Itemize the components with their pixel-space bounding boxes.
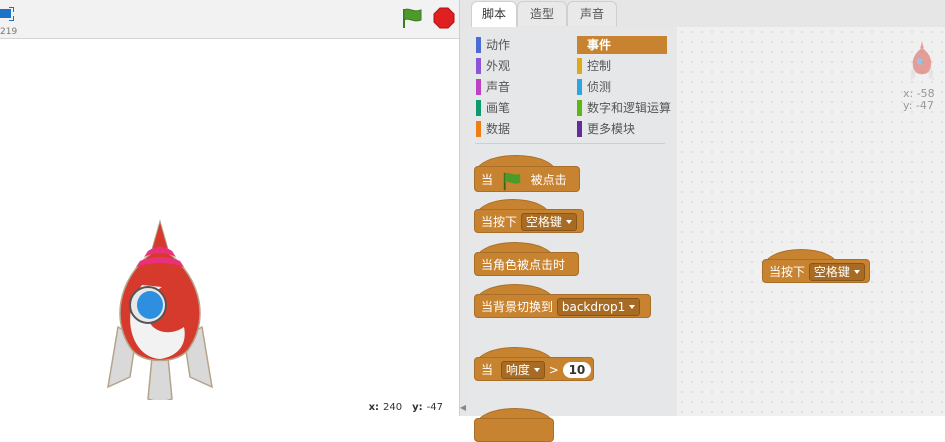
tab-costumes[interactable]: 造型 — [517, 1, 567, 26]
category-color-swatch — [577, 100, 582, 116]
mouse-y-label: y: — [412, 402, 423, 413]
category-control[interactable]: 控制 — [577, 57, 682, 75]
tab-scripts[interactable]: 脚本 — [471, 1, 517, 28]
category-label: 数据 — [486, 122, 511, 136]
green-flag-icon[interactable] — [400, 7, 424, 29]
category-color-swatch — [476, 121, 481, 137]
category-label: 数字和逻辑运算 — [587, 101, 672, 115]
key-dropdown[interactable]: 空格键 — [808, 262, 865, 281]
sensor-dropdown[interactable]: 响度 — [500, 360, 545, 379]
mouse-x-label: x: — [368, 402, 380, 413]
green-flag-icon — [503, 172, 521, 190]
sprite-y: y: -47 — [903, 99, 934, 112]
script-when-key-pressed[interactable]: 当按下 空格键 — [762, 259, 870, 283]
sprite-thumbnail — [907, 41, 937, 85]
category-sound[interactable]: 声音 — [476, 78, 566, 96]
mouse-coordinates: x: 240 y: -47 — [369, 402, 443, 413]
block-text: 当按下 — [481, 215, 518, 229]
category-label: 声音 — [486, 80, 511, 94]
block-when-key-pressed[interactable]: 当按下 空格键 — [474, 209, 584, 233]
category-label: 事件 — [587, 38, 612, 52]
category-color-swatch — [476, 100, 481, 116]
category-color-swatch — [577, 58, 582, 74]
category-label: 动作 — [486, 38, 511, 52]
collapse-arrow-icon[interactable]: ◀ — [459, 402, 467, 414]
block-palette: 动作 外观 声音 画笔 数据 事件 控制 侦测 数字和逻辑运算 更多模块 当 被… — [467, 27, 678, 442]
block-text: 当背景切换到 — [481, 300, 554, 314]
operator-text: > — [548, 363, 559, 377]
block-text: 当角色被点击时 — [481, 258, 566, 272]
category-color-swatch — [476, 79, 481, 95]
tab-sounds[interactable]: 声音 — [567, 1, 617, 26]
category-color-swatch — [476, 58, 481, 74]
mouse-y-value: -47 — [426, 402, 443, 413]
category-looks[interactable]: 外观 — [476, 57, 566, 75]
category-label: 画笔 — [486, 101, 511, 115]
block-when-sprite-clicked[interactable]: 当角色被点击时 — [474, 252, 579, 276]
category-label: 更多模块 — [587, 122, 636, 136]
category-color-swatch — [577, 121, 582, 137]
category-operators[interactable]: 数字和逻辑运算 — [577, 99, 682, 117]
category-events[interactable]: 事件 — [577, 36, 667, 54]
category-label: 外观 — [486, 59, 511, 73]
block-text: 被点击 — [530, 173, 567, 187]
category-data[interactable]: 数据 — [476, 120, 566, 138]
stage-header: 219 — [0, 0, 459, 39]
palette-separator — [475, 143, 665, 144]
stop-icon[interactable] — [433, 7, 455, 29]
stage-canvas[interactable] — [0, 39, 459, 404]
backdrop-dropdown[interactable]: backdrop1 — [556, 297, 641, 316]
category-pen[interactable]: 画笔 — [476, 99, 566, 117]
block-when-backdrop-switches[interactable]: 当背景切换到 backdrop1 — [474, 294, 651, 318]
rocket-sprite[interactable] — [100, 217, 220, 407]
sprite-coordinates: x: -58 y: -47 — [903, 88, 935, 112]
category-sensing[interactable]: 侦测 — [577, 78, 682, 96]
block-text: 当 — [481, 173, 494, 187]
category-motion[interactable]: 动作 — [476, 36, 566, 54]
stage-footer: x: 240 y: -47 — [0, 400, 459, 416]
block-partial[interactable] — [474, 418, 554, 442]
block-text: 当按下 — [769, 265, 806, 279]
scripts-area[interactable]: x: -58 y: -47 当按下 空格键 — [677, 27, 945, 416]
mouse-x-value: 240 — [383, 402, 403, 413]
category-color-swatch — [577, 79, 582, 95]
block-when-flag-clicked[interactable]: 当 被点击 — [474, 166, 580, 192]
version-label: 219 — [0, 27, 18, 37]
category-label: 侦测 — [587, 80, 612, 94]
category-more-blocks[interactable]: 更多模块 — [577, 120, 682, 138]
key-dropdown[interactable]: 空格键 — [520, 212, 577, 231]
threshold-input[interactable]: 10 — [562, 361, 592, 378]
category-label: 控制 — [587, 59, 612, 73]
editor-tabs: 脚本 造型 声音 — [467, 0, 945, 28]
block-text: 当 — [481, 363, 494, 377]
block-when-sensor-greater[interactable]: 当 响度 > 10 — [474, 357, 594, 381]
category-color-swatch — [476, 37, 481, 53]
fullscreen-icon[interactable] — [0, 6, 15, 22]
